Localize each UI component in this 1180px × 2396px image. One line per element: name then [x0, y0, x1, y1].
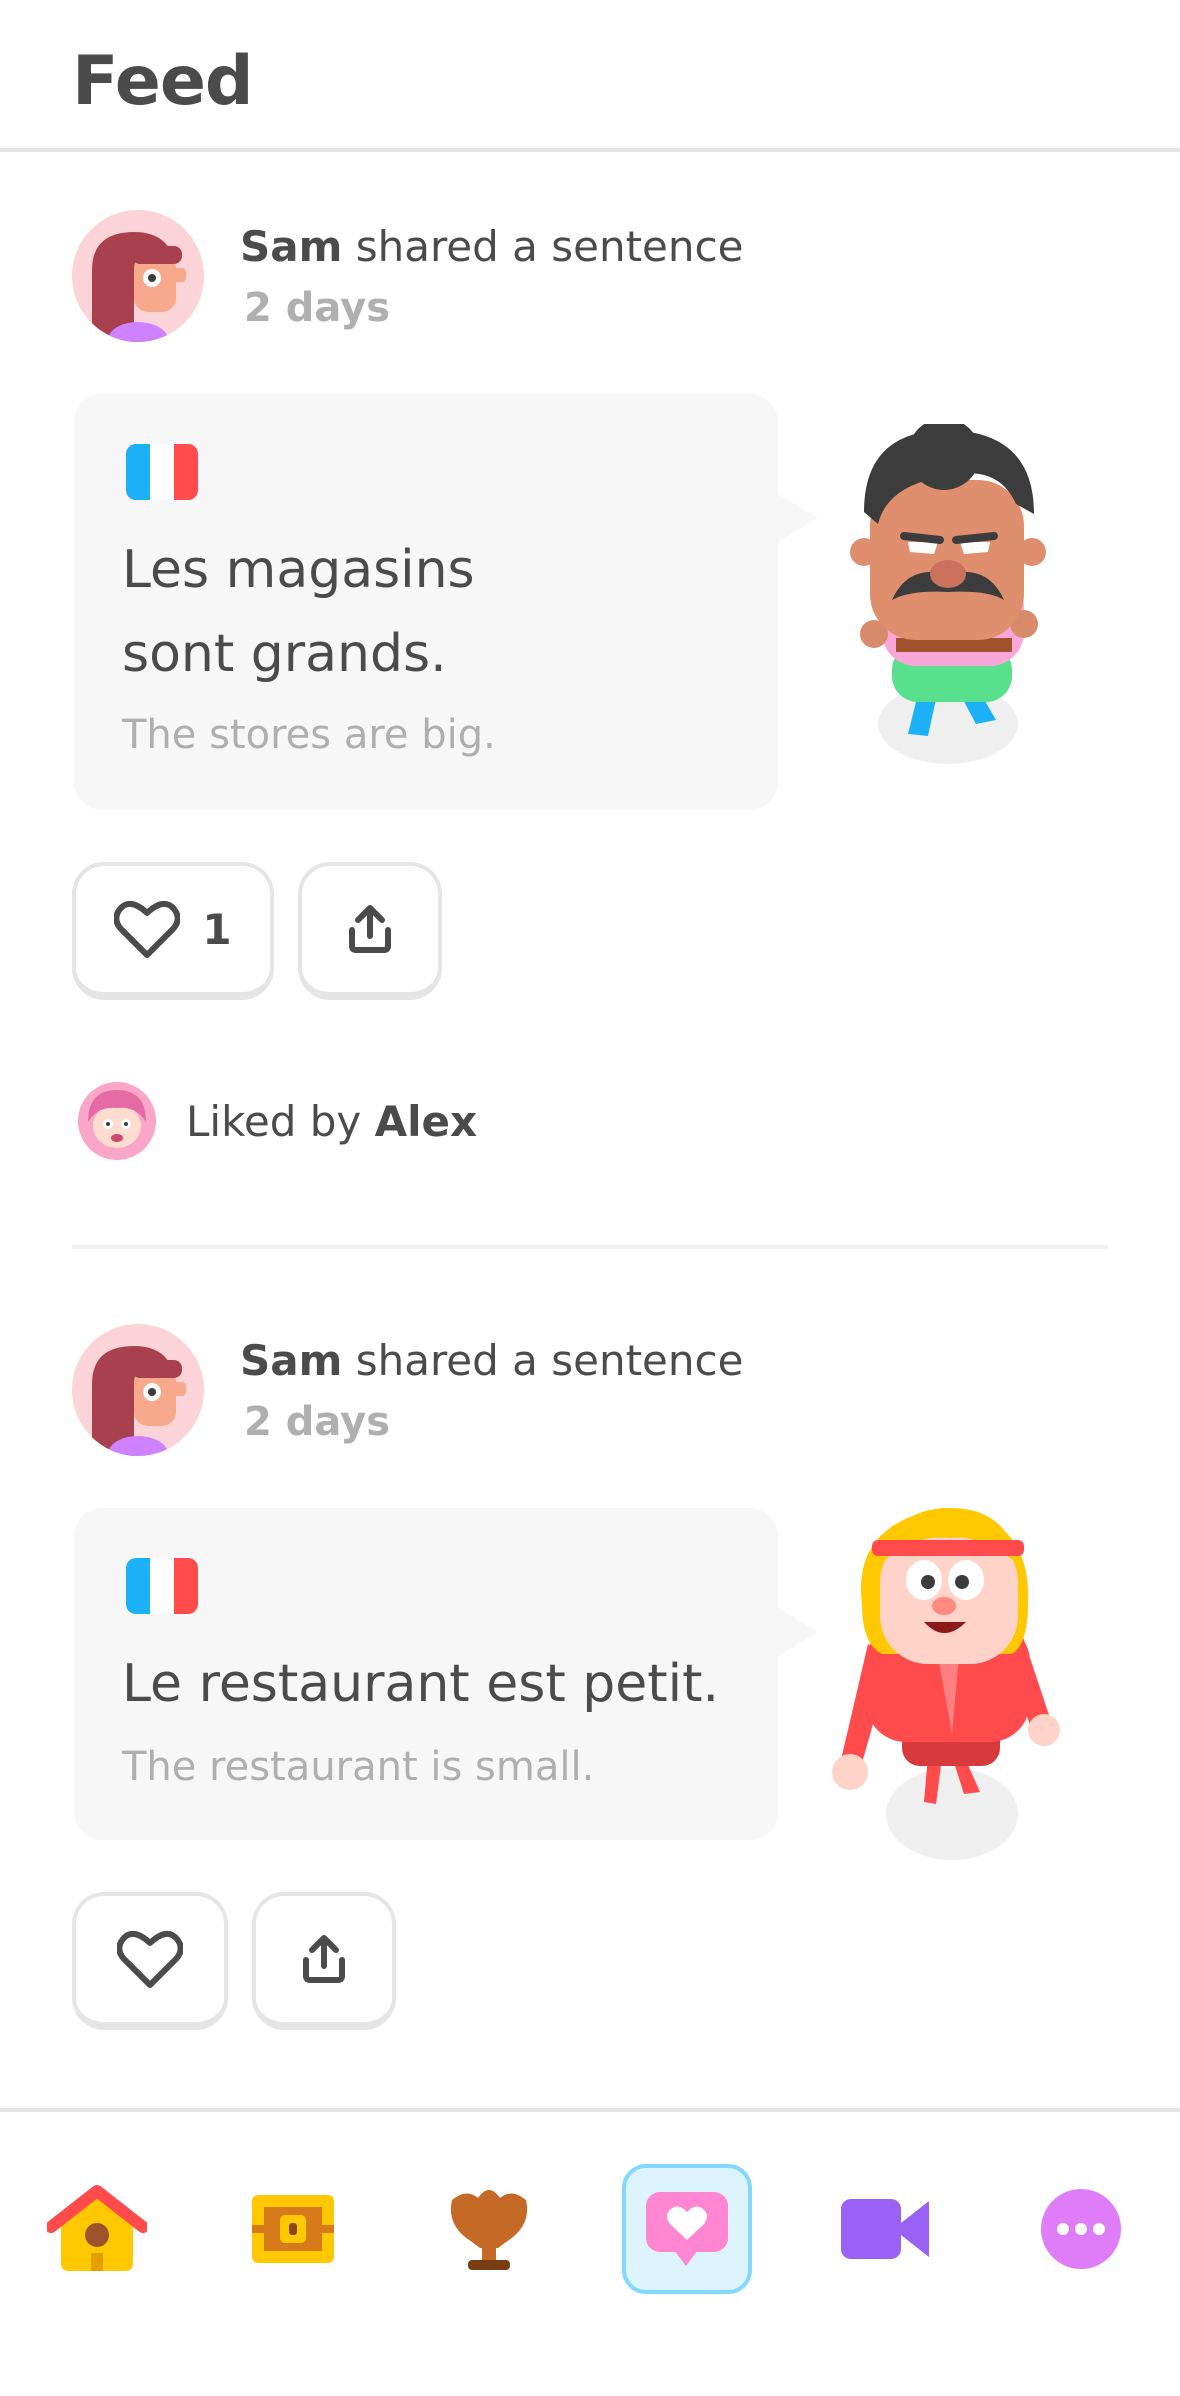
like-count: 1	[202, 904, 232, 954]
heart-icon	[114, 900, 181, 958]
post-meta: Sam shared a sentence 2 days	[240, 222, 743, 331]
tab-chest[interactable]	[228, 2164, 358, 2294]
author-avatar[interactable]	[72, 1324, 204, 1456]
translation-text: The stores are big.	[122, 712, 496, 758]
translation-text: The restaurant is small.	[122, 1744, 595, 1790]
post-action: shared a sentence	[355, 1336, 744, 1385]
chest-icon	[252, 2195, 334, 2263]
post-time: 2 days	[244, 1399, 391, 1445]
liked-by-text: Liked by Alex	[186, 1096, 478, 1146]
sentence-text: Le restaurant est petit.	[122, 1654, 719, 1714]
tab-leaderboard[interactable]	[424, 2164, 554, 2294]
share-icon	[349, 905, 391, 953]
sentence-card[interactable]: Le restaurant est petit. The restaurant …	[74, 1508, 818, 1840]
post-time: 2 days	[244, 285, 391, 331]
share-button[interactable]	[252, 1892, 396, 2030]
tab-more[interactable]	[1016, 2164, 1146, 2294]
feed-heart-icon	[646, 2192, 728, 2266]
trophy-icon	[450, 2190, 528, 2270]
author-name[interactable]: Sam	[240, 1336, 342, 1385]
liker-avatar	[78, 1082, 156, 1160]
author-name[interactable]: Sam	[240, 222, 342, 271]
author-avatar[interactable]	[72, 210, 204, 342]
sentence-text: Les magasins sont grands.	[122, 540, 475, 684]
tab-video[interactable]	[820, 2164, 950, 2294]
header: Feed	[0, 0, 1180, 152]
video-icon	[841, 2199, 929, 2259]
page-title: Feed	[72, 42, 254, 121]
tab-home[interactable]	[32, 2164, 162, 2294]
post-meta: Sam shared a sentence 2 days	[240, 1336, 743, 1445]
share-icon	[303, 1935, 345, 1983]
home-icon	[47, 2185, 147, 2271]
mustache-character-icon	[848, 418, 1048, 778]
headband-character-icon	[832, 1494, 1062, 1878]
post-action: shared a sentence	[355, 222, 744, 271]
liker-name[interactable]: Alex	[375, 1097, 477, 1146]
share-button[interactable]	[298, 862, 442, 1000]
post-divider	[72, 1245, 1108, 1249]
sentence-card[interactable]: Les magasins sont grands. The stores are…	[74, 394, 818, 810]
liked-by-row[interactable]: Liked by Alex	[78, 1082, 477, 1160]
like-button[interactable]: 1	[72, 862, 274, 1000]
french-flag-icon	[126, 444, 198, 500]
bottom-tab-bar	[0, 2108, 1180, 2396]
tab-feed[interactable]	[622, 2164, 752, 2294]
like-button[interactable]	[72, 1892, 228, 2030]
heart-icon	[117, 1930, 183, 1988]
more-icon	[1041, 2189, 1121, 2269]
french-flag-icon	[126, 1558, 198, 1614]
